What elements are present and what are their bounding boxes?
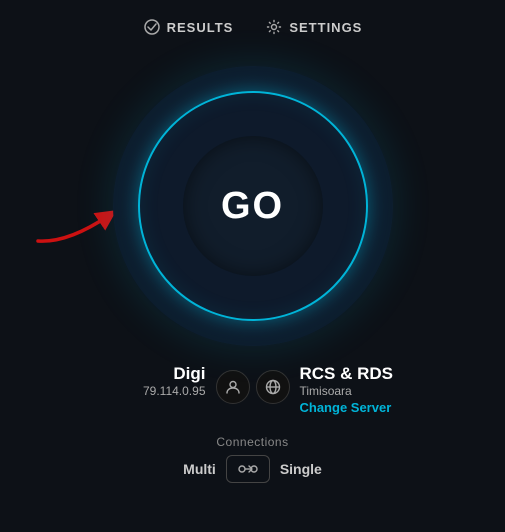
results-label: RESULTS [167,20,234,35]
settings-label: SETTINGS [289,20,362,35]
speed-ring: GO [113,66,393,346]
connections-label: Connections [216,435,288,449]
info-section: Digi 79.114.0.95 RCS & RDS Timisoara [0,364,505,415]
change-server-button[interactable]: Change Server [300,400,392,415]
results-nav[interactable]: RESULTS [143,18,234,36]
multi-option[interactable]: Multi [183,461,216,477]
go-button[interactable]: GO [183,136,323,276]
info-right: RCS & RDS Timisoara Change Server [300,364,446,415]
connections-section: Connections Multi Single [0,435,505,483]
settings-nav[interactable]: SETTINGS [265,18,362,36]
user-icon-button[interactable] [216,370,250,404]
server-location: Timisoara [300,384,352,398]
teal-ring: GO [138,91,368,321]
info-left: Digi 79.114.0.95 [60,364,206,398]
icons-center [206,370,300,404]
connections-toggle[interactable] [226,455,270,483]
single-option[interactable]: Single [280,461,322,477]
header: RESULTS SETTINGS [0,0,505,46]
isp-name: Digi [173,364,205,384]
results-icon [143,18,161,36]
settings-icon [265,18,283,36]
main-area: GO Digi 79.114.0.95 [0,46,505,532]
server-name: RCS & RDS [300,364,394,384]
ip-address: 79.114.0.95 [143,384,206,398]
globe-icon-button[interactable] [256,370,290,404]
connections-row: Multi Single [183,455,322,483]
